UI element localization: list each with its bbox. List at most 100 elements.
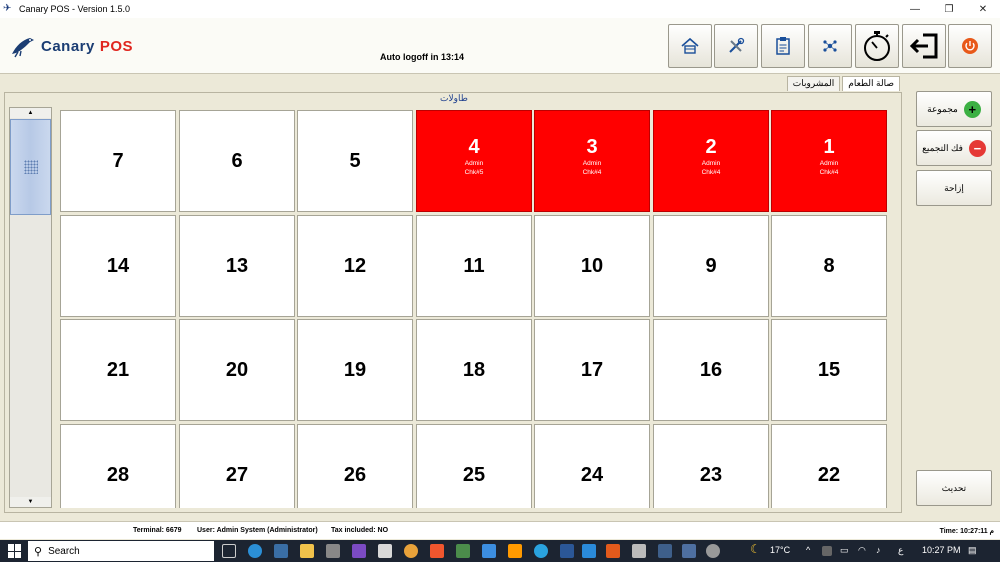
chrome-icon[interactable] [404,544,418,558]
tray-chevron-icon[interactable]: ^ [806,545,810,555]
table-number: 19 [343,359,367,381]
telegram-icon[interactable] [534,544,548,558]
table-tile[interactable]: 20 [179,319,295,421]
taskbar-search[interactable]: ⚲ Search [28,541,214,561]
minimize-button[interactable]: — [898,0,932,18]
table-tile[interactable]: 6 [179,110,295,212]
table-tile[interactable]: 25 [416,424,532,508]
scroll-down-arrow-icon[interactable]: ▼ [10,497,51,507]
scroll-up-arrow-icon[interactable]: ▲ [10,108,51,118]
table-tile[interactable]: 28 [60,424,176,508]
table-check: Chk#4 [582,168,602,176]
scroll-thumb[interactable] [10,119,51,215]
pos-app-icon[interactable] [658,544,672,558]
table-tile[interactable]: 14 [60,215,176,317]
table-tile[interactable]: 26 [297,424,413,508]
table-tile[interactable]: 9 [653,215,769,317]
task-view-icon[interactable] [222,544,236,558]
table-tile[interactable]: 5 [297,110,413,212]
settings-icon[interactable] [706,544,720,558]
table-tile[interactable]: 12 [297,215,413,317]
table-tile[interactable]: 23 [653,424,769,508]
table-tile[interactable]: 16 [653,319,769,421]
refresh-button[interactable]: تحديث [916,470,992,506]
table-tile[interactable]: 13 [179,215,295,317]
tray-app-icon[interactable] [822,546,832,556]
logo: Canary POS [10,34,133,58]
table-number: 10 [580,255,604,277]
vscode-icon[interactable] [582,544,596,558]
table-occupancy: Admin Chk#4 [702,160,721,177]
canary-pos-taskbar-icon[interactable] [682,544,696,558]
notification-icon[interactable]: ▤ [968,545,977,556]
table-tile[interactable]: 2 Admin Chk#4 [653,110,769,212]
tables-scrollbar[interactable]: ▲ ▼ [9,107,52,508]
group-label: مجموعة [927,103,958,114]
word-icon[interactable] [560,544,574,558]
tools-icon [729,37,745,53]
logout-button[interactable] [902,24,946,68]
ungroup-button[interactable]: فك التجميع − [916,130,992,166]
user-app-icon[interactable] [632,544,646,558]
table-tile[interactable]: 21 [60,319,176,421]
wifi-icon[interactable]: ◠ [858,545,866,556]
tab-drinks[interactable]: المشروبات [786,76,841,91]
table-tile[interactable]: 18 [416,319,532,421]
language-indicator[interactable]: ع [898,545,903,556]
table-tile[interactable]: 22 [771,424,887,508]
power-button[interactable] [948,24,992,68]
tab-dining-hall[interactable]: صالة الطعام [842,76,900,91]
table-check: Chk#4 [819,168,839,176]
logo-text-canary: Canary [41,37,95,55]
table-tile[interactable]: 17 [534,319,650,421]
xampp-icon[interactable] [606,544,620,558]
status-user: User: Admin System (Administrator) [197,527,318,534]
file-explorer-icon[interactable] [300,544,314,558]
table-tile[interactable]: 8 [771,215,887,317]
table-tile[interactable]: 19 [297,319,413,421]
windows-start-icon[interactable] [8,544,22,558]
brave-icon[interactable] [430,544,444,558]
table-tile[interactable]: 7 [60,110,176,212]
home-icon [681,37,699,54]
move-button[interactable]: إزاحة [916,170,992,206]
table-tile[interactable]: 4 Admin Chk#5 [416,110,532,212]
calculator-icon[interactable] [326,544,340,558]
settings-tools-button[interactable] [714,24,758,68]
tray-display-icon[interactable]: ▭ [840,545,849,556]
taskbar-clock[interactable]: 10:27 PM [922,545,961,555]
reports-button[interactable] [761,24,805,68]
table-number: 28 [106,464,130,486]
tool-icon[interactable] [456,544,470,558]
table-tile[interactable]: 10 [534,215,650,317]
weather-temp: 17°C [770,545,791,555]
group-button[interactable]: مجموعة + [916,91,992,127]
refresh-label: تحديث [941,482,967,493]
title-bar: ✈ Canary POS - Version 1.5.0 — ❐ ✕ [0,0,1000,18]
illustrator-icon[interactable] [508,544,522,558]
timer-button[interactable] [855,24,899,68]
edge-icon[interactable] [248,544,262,558]
network-button[interactable] [808,24,852,68]
table-tile[interactable]: 15 [771,319,887,421]
app-icon[interactable] [378,544,392,558]
window-title: Canary POS - Version 1.5.0 [19,4,131,14]
table-number: 14 [106,255,130,277]
home-button[interactable] [668,24,712,68]
table-tile[interactable]: 1 Admin Chk#4 [771,110,887,212]
close-button[interactable]: ✕ [966,0,1000,18]
todo-icon[interactable] [482,544,496,558]
volume-icon[interactable]: ♪ [876,545,881,555]
table-tile[interactable]: 3 Admin Chk#4 [534,110,650,212]
restore-button[interactable]: ❐ [932,0,966,18]
search-icon: ⚲ [34,545,43,558]
clipboard-icon [776,37,790,55]
table-tile[interactable]: 11 [416,215,532,317]
status-tax: Tax included: NO [331,527,389,534]
monitor-icon[interactable] [274,544,288,558]
table-number: 20 [225,359,249,381]
table-tile[interactable]: 27 [179,424,295,508]
visual-studio-icon[interactable] [352,544,366,558]
table-tile[interactable]: 24 [534,424,650,508]
minus-icon: − [968,139,986,157]
